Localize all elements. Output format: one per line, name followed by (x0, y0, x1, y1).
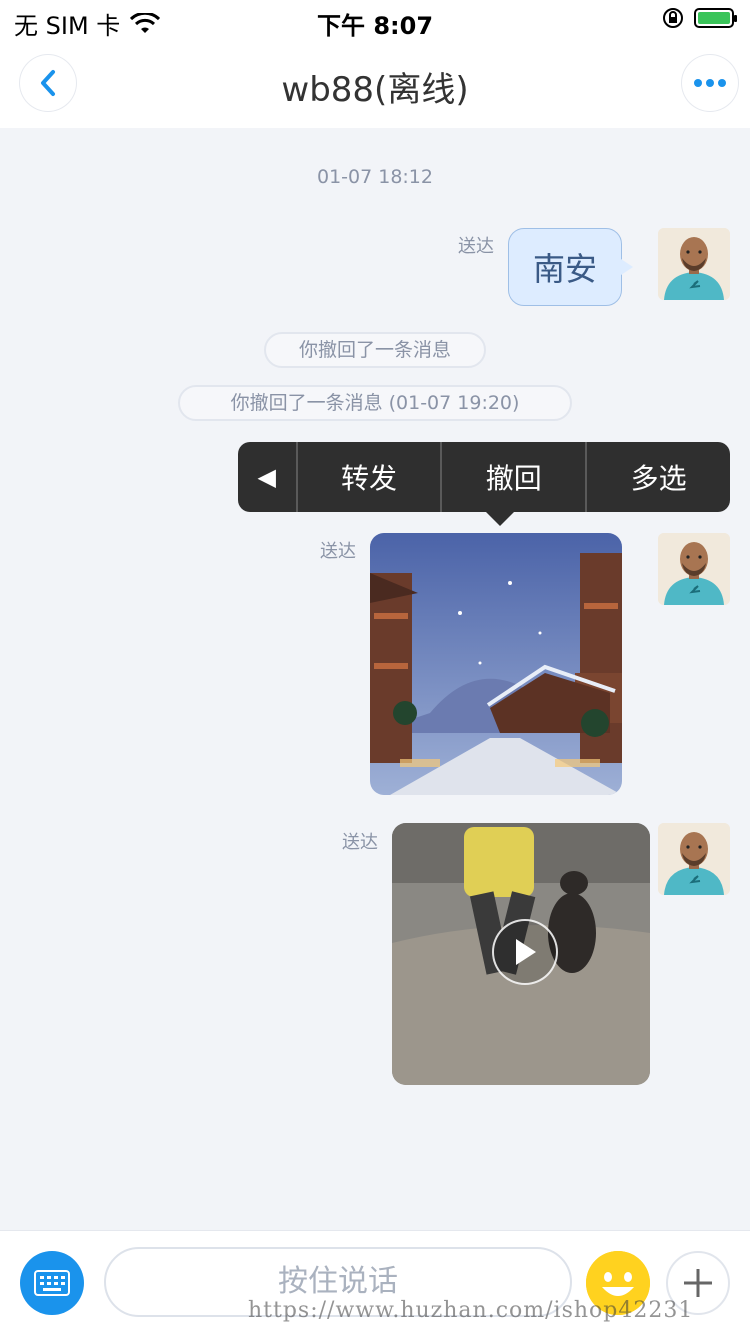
status-right (662, 7, 737, 29)
image-message[interactable] (370, 533, 622, 795)
status-bar: 无 SIM 卡 下午 8:07 (0, 0, 750, 40)
menu-item-multiselect[interactable]: 多选 (585, 442, 730, 512)
more-button[interactable] (682, 55, 738, 111)
watermark-text: https://www.huzhan.com/ishop42231 (248, 1298, 694, 1323)
recall-notice: 你撤回了一条消息 (01-07 19:20) (178, 385, 572, 421)
menu-back-arrow[interactable]: ◀ (238, 442, 296, 512)
timestamp: 01-07 18:12 (316, 166, 433, 188)
user-avatar-icon (658, 228, 730, 300)
play-icon (516, 939, 536, 965)
avatar[interactable] (658, 823, 730, 895)
nav-bar: wb88(离线) (0, 40, 750, 128)
more-dots-icon (694, 79, 726, 87)
menu-item-recall[interactable]: 撤回 (440, 442, 585, 512)
message-context-menu: ◀ 转发 撤回 多选 (238, 442, 730, 526)
snowy-village-image (370, 533, 622, 795)
orientation-lock-icon (663, 8, 683, 28)
battery-icon (694, 8, 737, 28)
message-text: 南安 (532, 250, 597, 288)
menu-item-forward[interactable]: 转发 (295, 442, 441, 512)
recall-notice: 你撤回了一条消息 (264, 332, 486, 368)
user-avatar-icon (658, 823, 730, 895)
keyboard-toggle-button[interactable] (20, 1251, 84, 1315)
video-message[interactable] (392, 823, 650, 1085)
play-button[interactable] (492, 919, 558, 985)
delivery-status: 送达 (320, 541, 356, 562)
user-avatar-icon (658, 533, 730, 605)
delivery-status: 送达 (458, 236, 494, 257)
keyboard-icon (34, 1270, 70, 1296)
plus-icon (684, 1269, 712, 1297)
status-time: 下午 8:07 (316, 12, 434, 40)
chat-title: wb88(离线) (281, 70, 469, 110)
avatar[interactable] (658, 533, 730, 605)
delivery-status: 送达 (342, 832, 378, 853)
message-bubble[interactable]: 南安 (508, 228, 633, 306)
avatar[interactable] (658, 228, 730, 300)
